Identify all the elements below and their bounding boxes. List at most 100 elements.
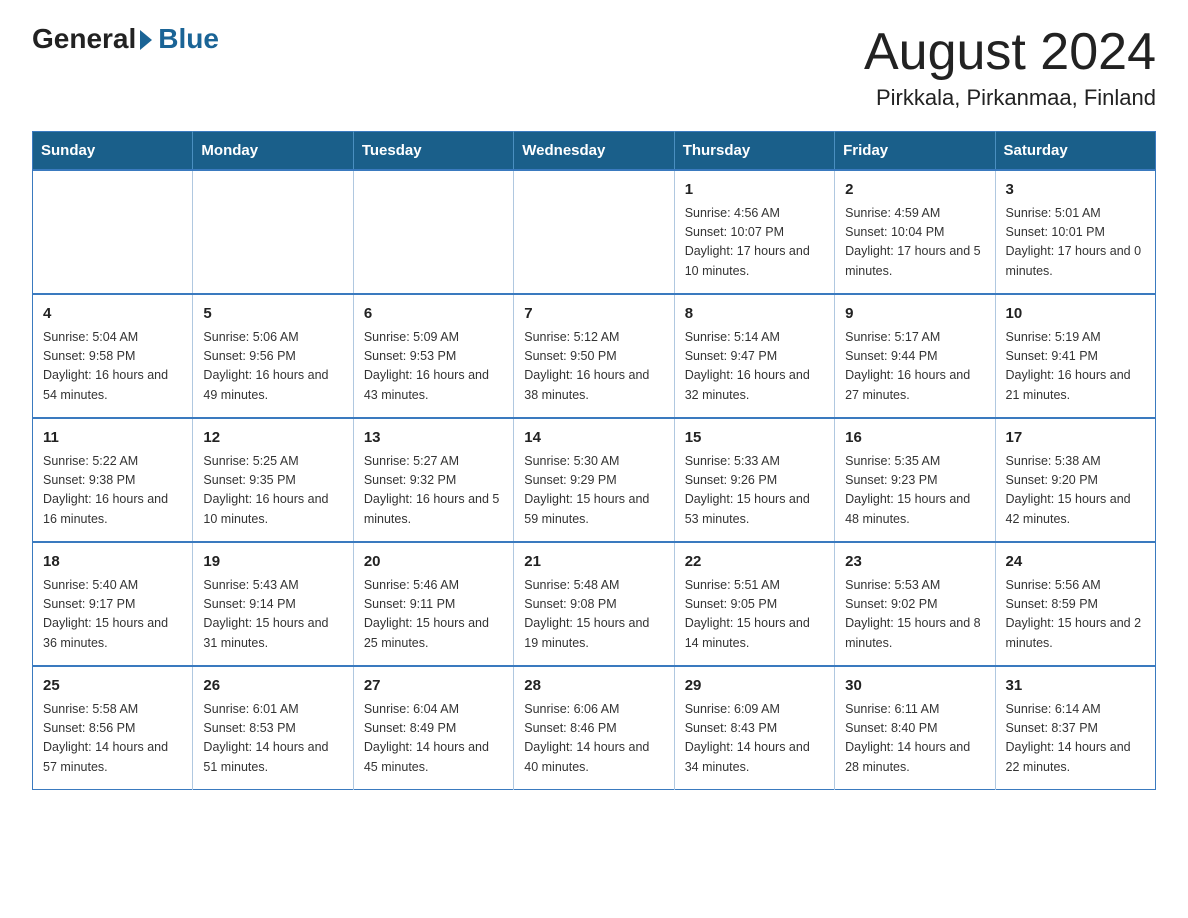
title-block: August 2024 Pirkkala, Pirkanmaa, Finland — [864, 24, 1156, 111]
day-number: 30 — [845, 675, 984, 698]
day-number: 14 — [524, 427, 663, 450]
calendar-cell: 29Sunrise: 6:09 AM Sunset: 8:43 PM Dayli… — [674, 666, 834, 790]
calendar-cell: 9Sunrise: 5:17 AM Sunset: 9:44 PM Daylig… — [835, 294, 995, 418]
calendar-cell — [353, 170, 513, 294]
calendar-cell: 3Sunrise: 5:01 AM Sunset: 10:01 PM Dayli… — [995, 170, 1155, 294]
calendar-cell: 15Sunrise: 5:33 AM Sunset: 9:26 PM Dayli… — [674, 418, 834, 542]
day-number: 20 — [364, 551, 503, 574]
calendar-cell: 17Sunrise: 5:38 AM Sunset: 9:20 PM Dayli… — [995, 418, 1155, 542]
calendar-cell: 12Sunrise: 5:25 AM Sunset: 9:35 PM Dayli… — [193, 418, 353, 542]
day-info: Sunrise: 5:06 AM Sunset: 9:56 PM Dayligh… — [203, 328, 342, 406]
day-number: 18 — [43, 551, 182, 574]
calendar-cell: 21Sunrise: 5:48 AM Sunset: 9:08 PM Dayli… — [514, 542, 674, 666]
day-number: 31 — [1006, 675, 1145, 698]
day-info: Sunrise: 5:35 AM Sunset: 9:23 PM Dayligh… — [845, 452, 984, 530]
header-thursday: Thursday — [674, 132, 834, 171]
day-info: Sunrise: 4:56 AM Sunset: 10:07 PM Daylig… — [685, 204, 824, 282]
calendar-week-row: 11Sunrise: 5:22 AM Sunset: 9:38 PM Dayli… — [33, 418, 1156, 542]
day-info: Sunrise: 5:53 AM Sunset: 9:02 PM Dayligh… — [845, 576, 984, 654]
calendar-cell: 13Sunrise: 5:27 AM Sunset: 9:32 PM Dayli… — [353, 418, 513, 542]
day-info: Sunrise: 5:25 AM Sunset: 9:35 PM Dayligh… — [203, 452, 342, 530]
weekday-header-row: Sunday Monday Tuesday Wednesday Thursday… — [33, 132, 1156, 171]
calendar-cell: 16Sunrise: 5:35 AM Sunset: 9:23 PM Dayli… — [835, 418, 995, 542]
calendar-cell: 26Sunrise: 6:01 AM Sunset: 8:53 PM Dayli… — [193, 666, 353, 790]
day-info: Sunrise: 5:12 AM Sunset: 9:50 PM Dayligh… — [524, 328, 663, 406]
calendar-cell: 4Sunrise: 5:04 AM Sunset: 9:58 PM Daylig… — [33, 294, 193, 418]
day-info: Sunrise: 6:09 AM Sunset: 8:43 PM Dayligh… — [685, 700, 824, 778]
calendar-cell: 24Sunrise: 5:56 AM Sunset: 8:59 PM Dayli… — [995, 542, 1155, 666]
day-info: Sunrise: 4:59 AM Sunset: 10:04 PM Daylig… — [845, 204, 984, 282]
day-info: Sunrise: 5:43 AM Sunset: 9:14 PM Dayligh… — [203, 576, 342, 654]
day-info: Sunrise: 6:14 AM Sunset: 8:37 PM Dayligh… — [1006, 700, 1145, 778]
calendar-cell: 6Sunrise: 5:09 AM Sunset: 9:53 PM Daylig… — [353, 294, 513, 418]
calendar-week-row: 1Sunrise: 4:56 AM Sunset: 10:07 PM Dayli… — [33, 170, 1156, 294]
calendar-title: August 2024 — [864, 24, 1156, 81]
day-number: 10 — [1006, 303, 1145, 326]
logo-text: General Blue — [32, 24, 219, 55]
day-number: 2 — [845, 179, 984, 202]
header-saturday: Saturday — [995, 132, 1155, 171]
logo: General Blue — [32, 24, 219, 55]
day-info: Sunrise: 5:19 AM Sunset: 9:41 PM Dayligh… — [1006, 328, 1145, 406]
logo-general-text: General — [32, 24, 136, 55]
day-info: Sunrise: 6:04 AM Sunset: 8:49 PM Dayligh… — [364, 700, 503, 778]
calendar-cell: 28Sunrise: 6:06 AM Sunset: 8:46 PM Dayli… — [514, 666, 674, 790]
day-number: 5 — [203, 303, 342, 326]
day-info: Sunrise: 5:14 AM Sunset: 9:47 PM Dayligh… — [685, 328, 824, 406]
day-info: Sunrise: 6:01 AM Sunset: 8:53 PM Dayligh… — [203, 700, 342, 778]
calendar-cell: 23Sunrise: 5:53 AM Sunset: 9:02 PM Dayli… — [835, 542, 995, 666]
calendar-cell: 10Sunrise: 5:19 AM Sunset: 9:41 PM Dayli… — [995, 294, 1155, 418]
day-number: 3 — [1006, 179, 1145, 202]
day-info: Sunrise: 5:58 AM Sunset: 8:56 PM Dayligh… — [43, 700, 182, 778]
day-number: 8 — [685, 303, 824, 326]
calendar-cell: 30Sunrise: 6:11 AM Sunset: 8:40 PM Dayli… — [835, 666, 995, 790]
calendar-cell: 27Sunrise: 6:04 AM Sunset: 8:49 PM Dayli… — [353, 666, 513, 790]
day-info: Sunrise: 5:40 AM Sunset: 9:17 PM Dayligh… — [43, 576, 182, 654]
calendar-cell — [514, 170, 674, 294]
calendar-cell: 7Sunrise: 5:12 AM Sunset: 9:50 PM Daylig… — [514, 294, 674, 418]
header-tuesday: Tuesday — [353, 132, 513, 171]
location-subtitle: Pirkkala, Pirkanmaa, Finland — [864, 85, 1156, 111]
calendar-cell: 31Sunrise: 6:14 AM Sunset: 8:37 PM Dayli… — [995, 666, 1155, 790]
day-info: Sunrise: 5:09 AM Sunset: 9:53 PM Dayligh… — [364, 328, 503, 406]
calendar-cell: 5Sunrise: 5:06 AM Sunset: 9:56 PM Daylig… — [193, 294, 353, 418]
day-info: Sunrise: 5:56 AM Sunset: 8:59 PM Dayligh… — [1006, 576, 1145, 654]
day-info: Sunrise: 5:04 AM Sunset: 9:58 PM Dayligh… — [43, 328, 182, 406]
calendar-cell: 14Sunrise: 5:30 AM Sunset: 9:29 PM Dayli… — [514, 418, 674, 542]
calendar-cell: 25Sunrise: 5:58 AM Sunset: 8:56 PM Dayli… — [33, 666, 193, 790]
calendar-cell: 2Sunrise: 4:59 AM Sunset: 10:04 PM Dayli… — [835, 170, 995, 294]
day-number: 4 — [43, 303, 182, 326]
day-number: 19 — [203, 551, 342, 574]
day-info: Sunrise: 5:51 AM Sunset: 9:05 PM Dayligh… — [685, 576, 824, 654]
day-number: 6 — [364, 303, 503, 326]
day-number: 11 — [43, 427, 182, 450]
day-info: Sunrise: 5:33 AM Sunset: 9:26 PM Dayligh… — [685, 452, 824, 530]
day-number: 7 — [524, 303, 663, 326]
calendar-cell: 22Sunrise: 5:51 AM Sunset: 9:05 PM Dayli… — [674, 542, 834, 666]
day-number: 25 — [43, 675, 182, 698]
calendar-cell: 20Sunrise: 5:46 AM Sunset: 9:11 PM Dayli… — [353, 542, 513, 666]
page-header: General Blue August 2024 Pirkkala, Pirkan… — [32, 24, 1156, 111]
calendar-cell: 8Sunrise: 5:14 AM Sunset: 9:47 PM Daylig… — [674, 294, 834, 418]
day-info: Sunrise: 5:46 AM Sunset: 9:11 PM Dayligh… — [364, 576, 503, 654]
logo-blue-text: Blue — [158, 24, 219, 55]
calendar-week-row: 4Sunrise: 5:04 AM Sunset: 9:58 PM Daylig… — [33, 294, 1156, 418]
day-number: 16 — [845, 427, 984, 450]
header-wednesday: Wednesday — [514, 132, 674, 171]
day-number: 23 — [845, 551, 984, 574]
calendar-week-row: 18Sunrise: 5:40 AM Sunset: 9:17 PM Dayli… — [33, 542, 1156, 666]
day-info: Sunrise: 5:48 AM Sunset: 9:08 PM Dayligh… — [524, 576, 663, 654]
day-info: Sunrise: 6:11 AM Sunset: 8:40 PM Dayligh… — [845, 700, 984, 778]
day-number: 12 — [203, 427, 342, 450]
day-number: 21 — [524, 551, 663, 574]
calendar-cell: 18Sunrise: 5:40 AM Sunset: 9:17 PM Dayli… — [33, 542, 193, 666]
day-info: Sunrise: 5:30 AM Sunset: 9:29 PM Dayligh… — [524, 452, 663, 530]
day-number: 15 — [685, 427, 824, 450]
header-sunday: Sunday — [33, 132, 193, 171]
day-number: 22 — [685, 551, 824, 574]
calendar-table: Sunday Monday Tuesday Wednesday Thursday… — [32, 131, 1156, 790]
day-number: 13 — [364, 427, 503, 450]
calendar-cell: 11Sunrise: 5:22 AM Sunset: 9:38 PM Dayli… — [33, 418, 193, 542]
day-number: 27 — [364, 675, 503, 698]
calendar-cell — [193, 170, 353, 294]
